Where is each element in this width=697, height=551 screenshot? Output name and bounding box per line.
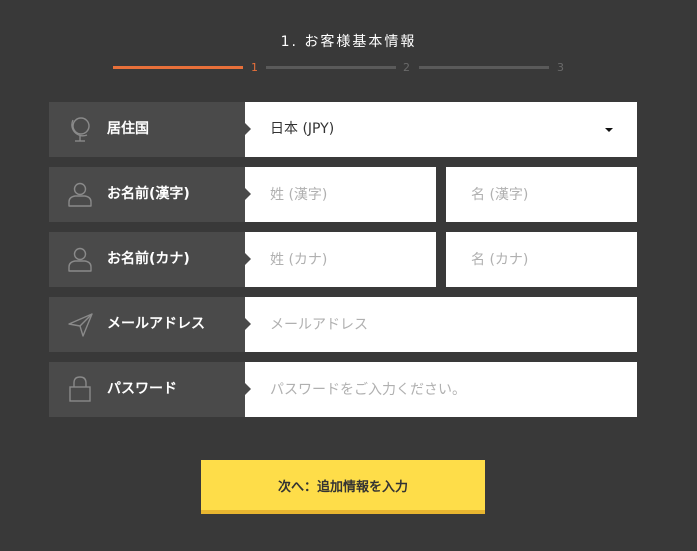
first-name-kana-input[interactable] — [446, 232, 637, 287]
name-kana-label: お名前(カナ) — [107, 251, 190, 267]
name-kanji-label-box: お名前(漢字) — [49, 167, 251, 222]
progress-segment-1 — [113, 66, 243, 69]
next-button[interactable]: 次へ：追加情報を入力 — [201, 460, 485, 514]
name-kana-row: お名前(カナ) — [49, 232, 637, 287]
email-field[interactable] — [245, 297, 637, 352]
residence-label: 居住国 — [107, 121, 149, 137]
email-label-box: メールアドレス — [49, 297, 251, 352]
email-input[interactable] — [245, 297, 637, 352]
first-name-kanji-input[interactable] — [446, 167, 637, 222]
email-row: メールアドレス — [49, 297, 637, 352]
residence-select[interactable]: 日本 (JPY) — [245, 102, 637, 157]
first-name-kana-field[interactable] — [446, 232, 637, 287]
first-name-kanji-field[interactable] — [446, 167, 637, 222]
step-title: 1. お客様基本情報 — [280, 34, 417, 50]
password-label: パスワード — [107, 381, 177, 397]
residence-label-box: 居住国 — [49, 102, 251, 157]
globe-icon — [71, 117, 90, 142]
step-number-1: 1 — [251, 61, 258, 74]
name-kanji-label: お名前(漢字) — [107, 186, 190, 202]
step-number-3: 3 — [557, 61, 564, 74]
password-label-box: パスワード — [49, 362, 251, 417]
paper-plane-icon — [68, 313, 93, 337]
name-kana-label-box: お名前(カナ) — [49, 232, 251, 287]
residence-row: 居住国 日本 (JPY) — [49, 102, 637, 157]
last-name-kanji-input[interactable] — [245, 167, 436, 222]
last-name-kana-field[interactable] — [245, 232, 436, 287]
progress-segment-2 — [266, 66, 396, 69]
password-row: パスワード — [49, 362, 637, 417]
chevron-down-icon — [605, 128, 613, 132]
lock-icon — [69, 376, 91, 402]
last-name-kana-input[interactable] — [245, 232, 436, 287]
password-input[interactable] — [245, 362, 637, 417]
email-label: メールアドレス — [107, 316, 205, 332]
user-icon — [68, 247, 92, 272]
name-kanji-row: お名前(漢字) — [49, 167, 637, 222]
password-field[interactable] — [245, 362, 637, 417]
user-icon — [68, 182, 92, 207]
step-number-2: 2 — [403, 61, 410, 74]
residence-select-value: 日本 (JPY) — [270, 121, 335, 137]
progress-segment-3 — [419, 66, 549, 69]
last-name-kanji-field[interactable] — [245, 167, 436, 222]
